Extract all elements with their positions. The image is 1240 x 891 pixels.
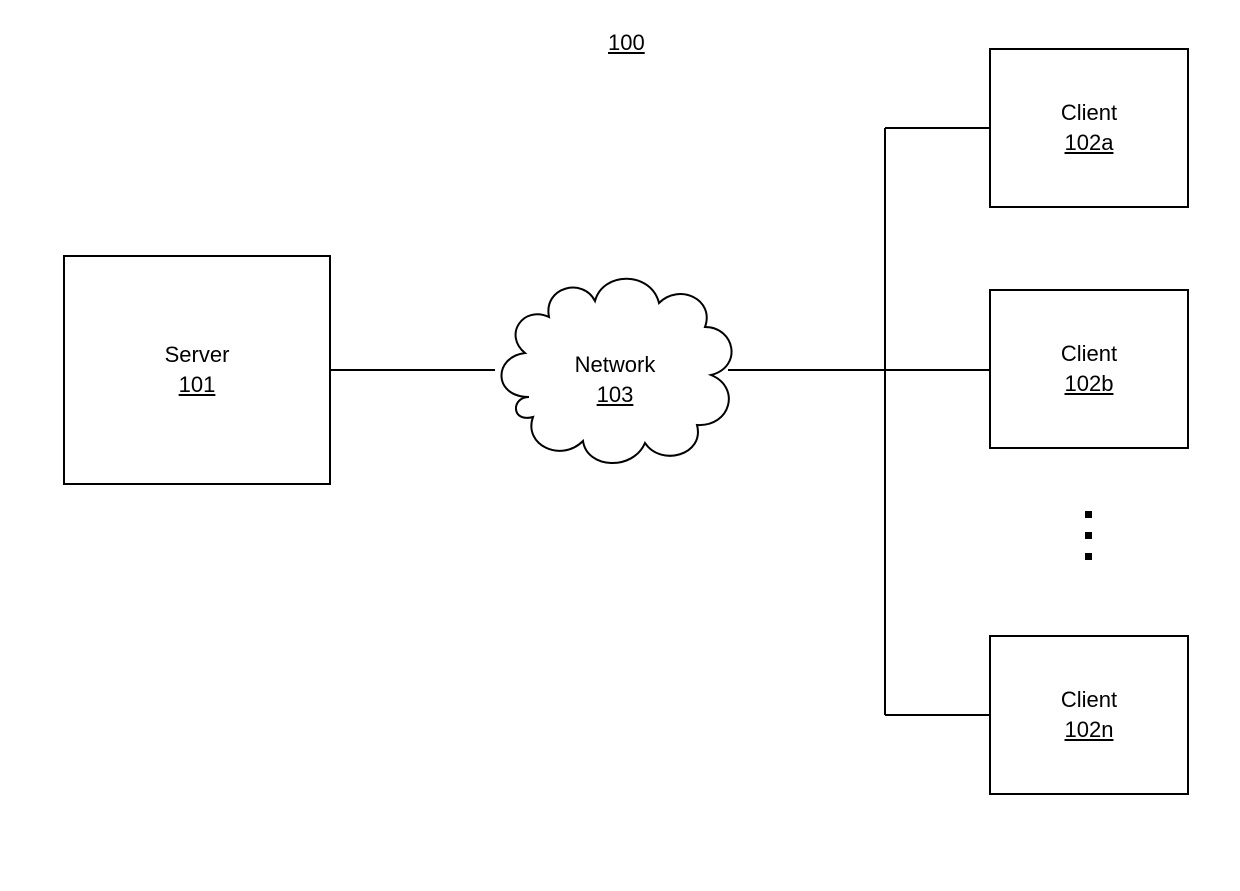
client-node-a: Client 102a — [989, 48, 1189, 208]
client-number: 102a — [1065, 128, 1114, 158]
ellipsis-dot — [1085, 532, 1092, 539]
figure-number: 100 — [608, 30, 645, 56]
client-label: Client — [1061, 98, 1117, 128]
client-label: Client — [1061, 685, 1117, 715]
diagram-canvas: 100 Server 101 Network 103 Client 102a C… — [0, 0, 1240, 891]
client-label: Client — [1061, 339, 1117, 369]
server-number: 101 — [179, 370, 216, 400]
cloud-shape — [483, 247, 743, 493]
ellipsis-dot — [1085, 553, 1092, 560]
client-node-n: Client 102n — [989, 635, 1189, 795]
client-number: 102n — [1065, 715, 1114, 745]
client-node-b: Client 102b — [989, 289, 1189, 449]
ellipsis-dot — [1085, 511, 1092, 518]
ellipsis-vertical — [1085, 511, 1092, 560]
network-cloud — [483, 247, 743, 493]
client-number: 102b — [1065, 369, 1114, 399]
server-node: Server 101 — [63, 255, 331, 485]
server-label: Server — [165, 340, 230, 370]
